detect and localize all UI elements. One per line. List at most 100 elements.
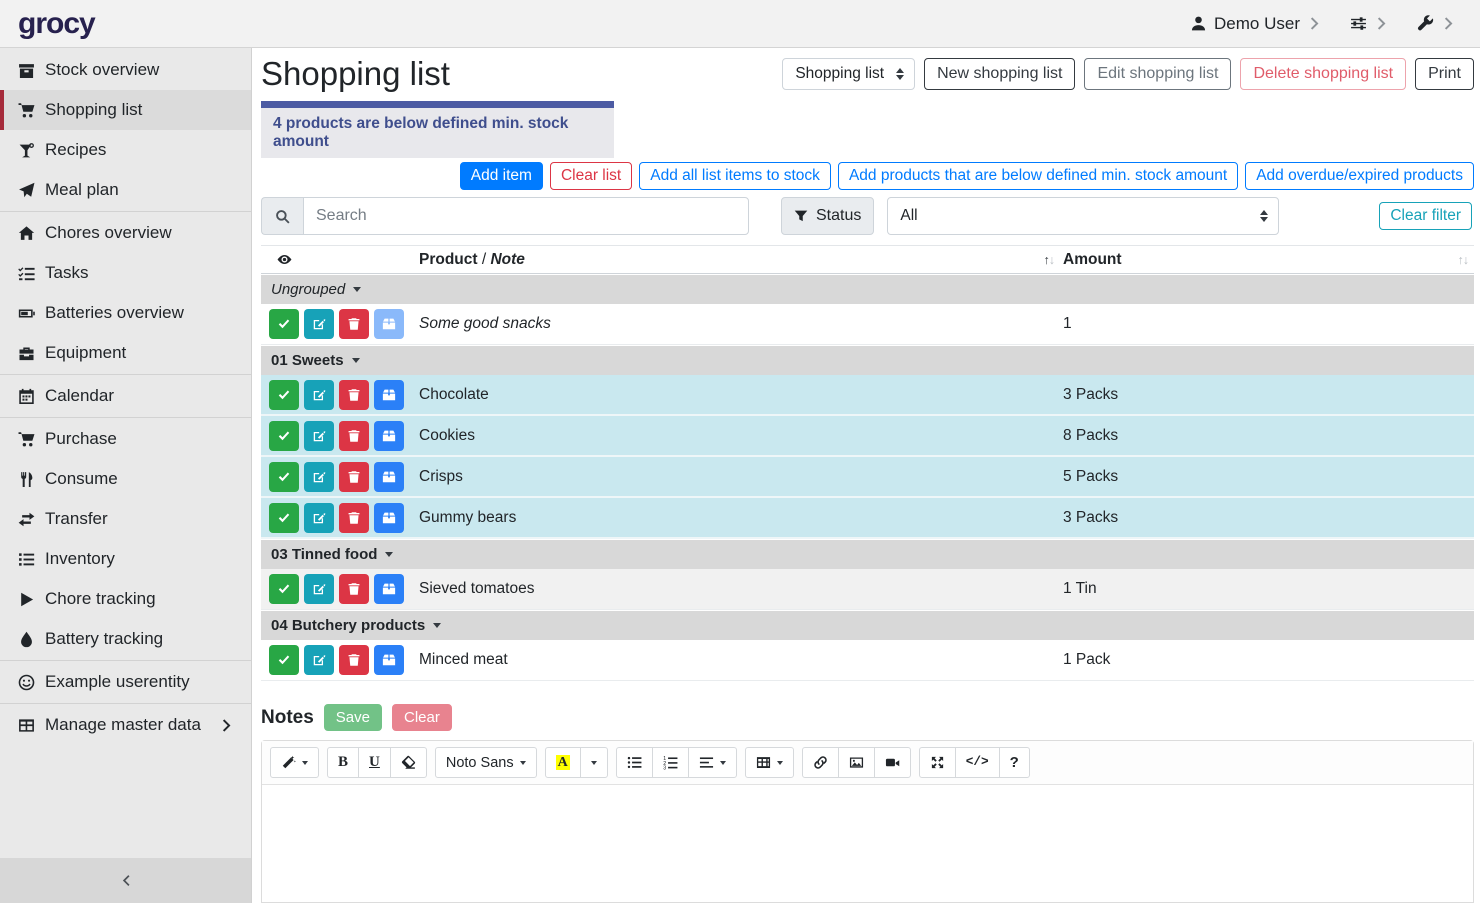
sidebar-item-chore-tracking[interactable]: Chore tracking xyxy=(0,579,251,619)
sidebar-item-example-userentity[interactable]: Example userentity xyxy=(0,662,251,702)
sidebar-item-tasks[interactable]: Tasks xyxy=(0,253,251,293)
sidebar-item-purchase[interactable]: Purchase xyxy=(0,419,251,459)
edit-item-button[interactable] xyxy=(304,574,334,604)
sidebar-item-stock-overview[interactable]: Stock overview xyxy=(0,50,251,90)
topbar-menus: Demo User xyxy=(1190,14,1480,34)
settings-menu[interactable] xyxy=(1350,15,1391,32)
delete-shopping-list-button[interactable]: Delete shopping list xyxy=(1240,58,1406,90)
group-header-01-sweets[interactable]: 01 Sweets xyxy=(261,346,1474,375)
delete-item-button[interactable] xyxy=(339,574,369,604)
product-sort-icon[interactable]: ↑↓ xyxy=(1044,253,1055,267)
sidebar-item-equipment[interactable]: Equipment xyxy=(0,333,251,373)
picture-button[interactable] xyxy=(838,747,875,778)
sidebar-item-consume[interactable]: Consume xyxy=(0,459,251,499)
group-header-03-tinned-food[interactable]: 03 Tinned food xyxy=(261,540,1474,569)
print-button[interactable]: Print xyxy=(1415,58,1474,90)
add-all-items-to-stock-button[interactable]: Add all list items to stock xyxy=(639,162,831,190)
edit-shopping-list-button[interactable]: Edit shopping list xyxy=(1084,58,1231,90)
sidebar-item-transfer[interactable]: Transfer xyxy=(0,499,251,539)
help-button[interactable]: ? xyxy=(999,747,1030,778)
fullscreen-button[interactable] xyxy=(919,747,956,778)
group-header-ungrouped[interactable]: Ungrouped xyxy=(261,275,1474,304)
delete-item-button[interactable] xyxy=(339,462,369,492)
insert-table-button[interactable] xyxy=(745,747,794,778)
sidebar-item-manage-master-data[interactable]: Manage master data xyxy=(0,705,251,745)
mark-done-button[interactable] xyxy=(269,309,299,339)
delete-item-button[interactable] xyxy=(339,309,369,339)
sidebar-item-chores-overview[interactable]: Chores overview xyxy=(0,213,251,253)
codeview-button[interactable]: </> xyxy=(955,747,1000,778)
table-header-row: Product / Note ↑↓ Amount ↑↓ xyxy=(261,245,1474,274)
amount-sort-icon[interactable]: ↑↓ xyxy=(1458,253,1469,267)
edit-item-button[interactable] xyxy=(304,462,334,492)
video-button[interactable] xyxy=(874,747,911,778)
sidebar-item-label: Equipment xyxy=(45,343,126,363)
amount-column-header[interactable]: Amount xyxy=(1063,251,1122,269)
mark-done-button[interactable] xyxy=(269,503,299,533)
notes-save-button[interactable]: Save xyxy=(324,704,382,731)
mark-done-button[interactable] xyxy=(269,421,299,451)
style-button[interactable] xyxy=(270,747,319,778)
status-select[interactable]: All xyxy=(887,197,1279,235)
link-button[interactable] xyxy=(802,747,839,778)
add-to-stock-button[interactable] xyxy=(374,503,404,533)
tint-icon xyxy=(16,631,36,648)
delete-item-button[interactable] xyxy=(339,503,369,533)
user-menu[interactable]: Demo User xyxy=(1190,14,1324,34)
sidebar-item-inventory[interactable]: Inventory xyxy=(0,539,251,579)
battery-icon xyxy=(16,305,36,322)
sidebar-item-meal-plan[interactable]: Meal plan xyxy=(0,170,251,210)
mark-done-button[interactable] xyxy=(269,645,299,675)
edit-item-button[interactable] xyxy=(304,380,334,410)
edit-item-button[interactable] xyxy=(304,503,334,533)
sidebar-item-recipes[interactable]: Recipes xyxy=(0,130,251,170)
underline-button[interactable]: U xyxy=(358,747,391,778)
sidebar-item-label: Meal plan xyxy=(45,180,119,200)
add-below-min-stock-button[interactable]: Add products that are below defined min.… xyxy=(838,162,1238,190)
sidebar-item-shopping-list[interactable]: Shopping list xyxy=(0,90,251,130)
mark-done-button[interactable] xyxy=(269,462,299,492)
sidebar-collapse-button[interactable] xyxy=(0,858,251,903)
group-header-04-butchery-products[interactable]: 04 Butchery products xyxy=(261,611,1474,640)
paragraph-button[interactable] xyxy=(688,747,737,778)
add-to-stock-button[interactable] xyxy=(374,309,404,339)
edit-item-button[interactable] xyxy=(304,421,334,451)
add-to-stock-button[interactable] xyxy=(374,574,404,604)
sidebar-item-batteries-overview[interactable]: Batteries overview xyxy=(0,293,251,333)
delete-item-button[interactable] xyxy=(339,421,369,451)
amount-value: 1 xyxy=(1063,315,1072,333)
status-filter-button[interactable]: Status xyxy=(781,197,874,235)
sidebar-item-battery-tracking[interactable]: Battery tracking xyxy=(0,619,251,659)
add-to-stock-button[interactable] xyxy=(374,421,404,451)
add-to-stock-button[interactable] xyxy=(374,645,404,675)
product-column-header[interactable]: Product / Note xyxy=(419,251,525,269)
admin-menu[interactable] xyxy=(1417,15,1458,32)
delete-item-button[interactable] xyxy=(339,645,369,675)
edit-item-button[interactable] xyxy=(304,309,334,339)
add-item-button[interactable]: Add item xyxy=(460,162,543,190)
clear-formatting-button[interactable] xyxy=(390,747,427,778)
notes-clear-button[interactable]: Clear xyxy=(392,704,452,731)
check-icon xyxy=(277,653,291,667)
new-shopping-list-button[interactable]: New shopping list xyxy=(924,58,1075,90)
delete-item-button[interactable] xyxy=(339,380,369,410)
ordered-list-button[interactable]: 123 xyxy=(652,747,689,778)
edit-item-button[interactable] xyxy=(304,645,334,675)
font-family-button[interactable]: Noto Sans xyxy=(435,747,537,778)
font-color-caret-button[interactable] xyxy=(580,747,608,778)
add-overdue-expired-button[interactable]: Add overdue/expired products xyxy=(1245,162,1474,190)
add-to-stock-button[interactable] xyxy=(374,380,404,410)
mark-done-button[interactable] xyxy=(269,380,299,410)
mark-done-button[interactable] xyxy=(269,574,299,604)
list-ul-icon xyxy=(627,755,642,770)
bold-button[interactable]: B xyxy=(327,747,359,778)
search-input[interactable] xyxy=(303,197,749,235)
sidebar-item-calendar[interactable]: Calendar xyxy=(0,376,251,416)
add-to-stock-button[interactable] xyxy=(374,462,404,492)
clear-filter-button[interactable]: Clear filter xyxy=(1379,202,1472,230)
unordered-list-button[interactable] xyxy=(616,747,653,778)
clear-list-button[interactable]: Clear list xyxy=(550,162,632,190)
font-color-button[interactable]: A xyxy=(545,747,581,778)
editor-content-area[interactable] xyxy=(262,785,1473,902)
shopping-list-select[interactable]: Shopping list xyxy=(782,58,915,90)
